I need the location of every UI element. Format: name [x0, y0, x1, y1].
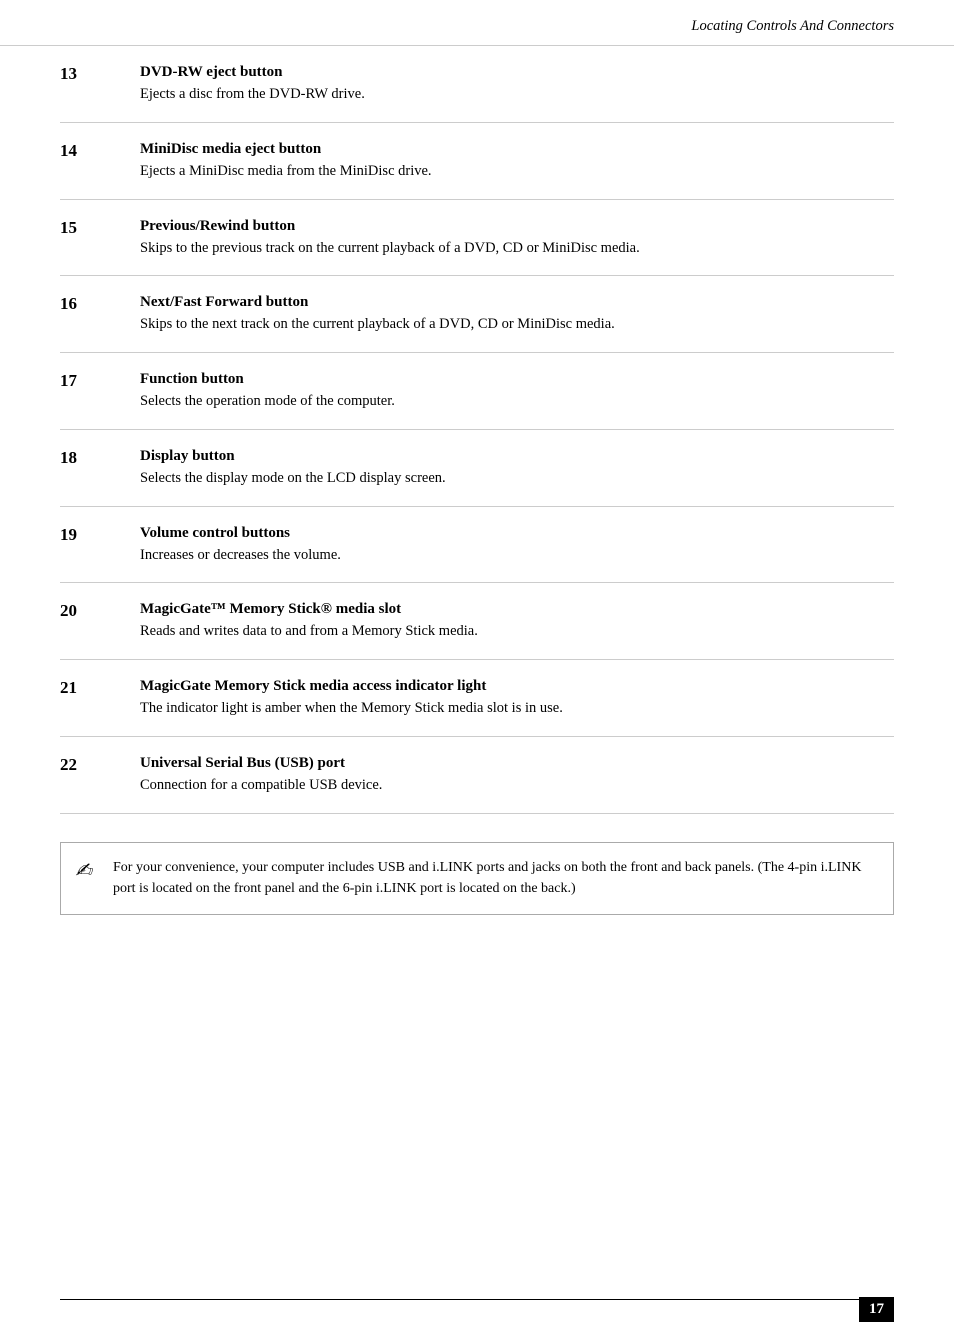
item-title: MagicGate Memory Stick media access indi… [140, 678, 894, 695]
table-row: 15Previous/Rewind button Skips to the pre… [60, 200, 894, 277]
item-number: 16 [60, 294, 140, 314]
item-number: 14 [60, 141, 140, 161]
item-title: Display button [140, 448, 894, 465]
item-description: Selects the display mode on the LCD disp… [140, 468, 894, 490]
item-content: Previous/Rewind button Skips to the previ… [140, 218, 894, 260]
item-content: Next/Fast Forward button Skips to the nex… [140, 294, 894, 336]
table-row: 21MagicGate Memory Stick media access in… [60, 660, 894, 737]
page-number: 17 [859, 1297, 894, 1322]
item-title: DVD-RW eject button [140, 64, 894, 81]
items-list: 13DVD-RW eject button Ejects a disc from … [60, 46, 894, 814]
item-title: MagicGate™ Memory Stick® media slot [140, 601, 894, 618]
table-row: 17Function button Selects the operation m… [60, 353, 894, 430]
item-number: 15 [60, 218, 140, 238]
item-content: MagicGate™ Memory Stick® media slot Reads… [140, 601, 894, 643]
table-row: 14MiniDisc media eject button Ejects a Mi… [60, 123, 894, 200]
item-number: 20 [60, 601, 140, 621]
table-row: 16Next/Fast Forward button Skips to the n… [60, 276, 894, 353]
item-content: MiniDisc media eject button Ejects a Mini… [140, 141, 894, 183]
item-title: Previous/Rewind button [140, 218, 894, 235]
item-content: MagicGate Memory Stick media access indi… [140, 678, 894, 720]
item-title: Universal Serial Bus (USB) port [140, 755, 894, 772]
bottom-rule [60, 1299, 894, 1300]
item-description: Connection for a compatible USB device. [140, 775, 894, 797]
item-number: 17 [60, 371, 140, 391]
item-title: Next/Fast Forward button [140, 294, 894, 311]
item-description: Skips to the previous track on the curre… [140, 238, 894, 260]
item-title: Volume control buttons [140, 525, 894, 542]
item-number: 22 [60, 755, 140, 775]
table-row: 20MagicGate™ Memory Stick® media slot Rea… [60, 583, 894, 660]
item-content: Universal Serial Bus (USB) port Connectio… [140, 755, 894, 797]
item-content: Volume control buttons Increases or decre… [140, 525, 894, 567]
item-number: 13 [60, 64, 140, 84]
item-number: 21 [60, 678, 140, 698]
item-description: The indicator light is amber when the Me… [140, 698, 894, 720]
content-area: 13DVD-RW eject button Ejects a disc from … [0, 46, 954, 1015]
item-title: MiniDisc media eject button [140, 141, 894, 158]
item-description: Ejects a MiniDisc media from the MiniDis… [140, 161, 894, 183]
note-icon: ✍︎ [75, 858, 103, 883]
item-content: DVD-RW eject button Ejects a disc from th… [140, 64, 894, 106]
item-content: Display button Selects the display mode o… [140, 448, 894, 490]
item-number: 18 [60, 448, 140, 468]
item-content: Function button Selects the operation mod… [140, 371, 894, 413]
item-description: Increases or decreases the volume. [140, 545, 894, 567]
header-title: Locating Controls And Connectors [691, 18, 894, 34]
item-title: Function button [140, 371, 894, 388]
page-header: Locating Controls And Connectors [0, 0, 954, 46]
table-row: 19Volume control buttons Increases or dec… [60, 507, 894, 584]
item-description: Selects the operation mode of the comput… [140, 391, 894, 413]
note-text: For your convenience, your computer incl… [113, 857, 875, 900]
item-description: Reads and writes data to and from a Memo… [140, 621, 894, 643]
table-row: 22Universal Serial Bus (USB) port Connect… [60, 737, 894, 814]
table-row: 13DVD-RW eject button Ejects a disc from … [60, 46, 894, 123]
note-box: ✍︎ For your convenience, your computer i… [60, 842, 894, 915]
item-description: Skips to the next track on the current p… [140, 314, 894, 336]
table-row: 18Display button Selects the display mode… [60, 430, 894, 507]
page-container: Locating Controls And Connectors 13DVD-R… [0, 0, 954, 1340]
item-number: 19 [60, 525, 140, 545]
item-description: Ejects a disc from the DVD-RW drive. [140, 84, 894, 106]
